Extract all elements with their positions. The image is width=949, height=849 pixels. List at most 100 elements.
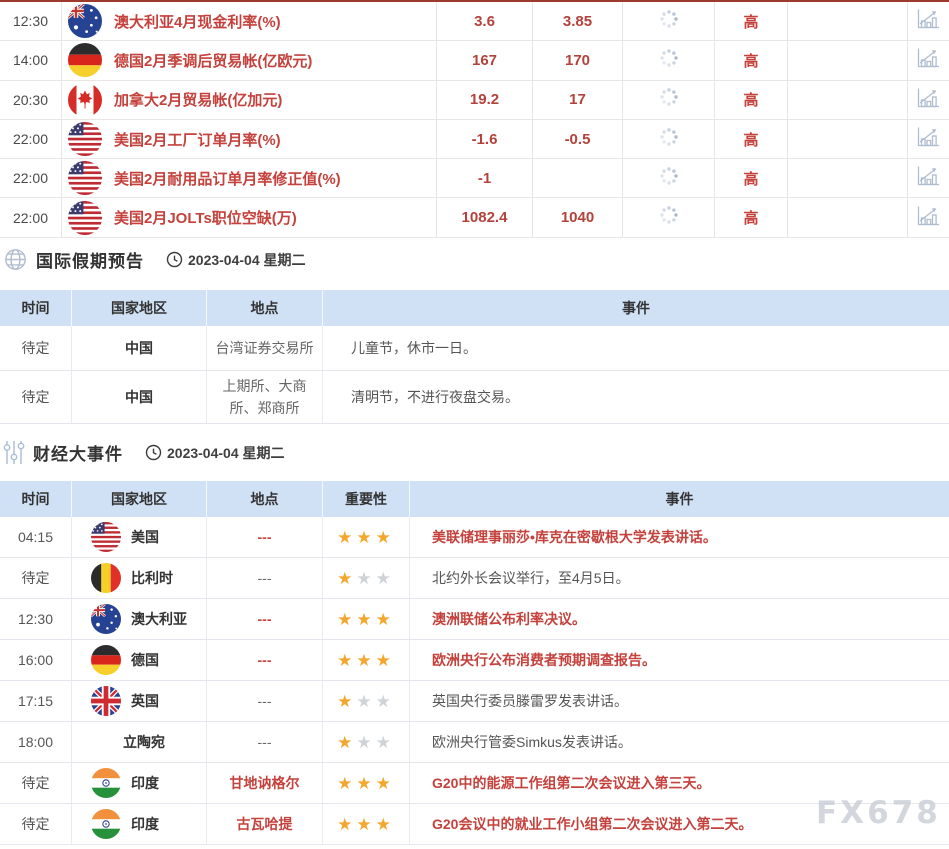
chart-button[interactable]: [908, 41, 948, 79]
globe-icon: [3, 247, 28, 272]
importance-label: 高: [715, 119, 788, 159]
event-title-link[interactable]: 德国2月季调后贸易帐(亿欧元): [114, 50, 312, 71]
chart-button[interactable]: [908, 198, 948, 236]
forecast-value: [533, 159, 623, 198]
effect-cell: [788, 80, 908, 119]
loading-spinner-icon: [659, 9, 679, 34]
event-title-link[interactable]: 美国2月JOLTs职位空缺(万): [114, 207, 297, 228]
importance-stars: ★ ★ ★: [323, 558, 410, 598]
col-header-country: 国家地区: [72, 290, 207, 326]
event-time: 14:00: [0, 41, 62, 80]
star-icon: ★: [356, 527, 376, 547]
flag-germany-icon: [91, 645, 121, 675]
event-country-label: 印度: [131, 816, 159, 832]
holiday-section-date: 2023-04-04 星期二: [188, 251, 306, 268]
event-time: 20:30: [0, 80, 62, 119]
col-header-location: 地点: [207, 481, 323, 517]
chart-button[interactable]: [908, 120, 948, 158]
event-time: 待定: [0, 558, 72, 598]
event-country-cell: 德国: [72, 640, 207, 680]
star-icon: ★: [356, 650, 376, 670]
event-row: 待定 印度 古瓦哈提 ★ ★ ★ G20会议中的就业工作小组第二次会议进入第二天。: [0, 804, 949, 845]
economic-data-row: 12:30 澳大利亚4月现金利率(%) 3.6 3.85 高: [0, 2, 949, 42]
event-country-cell: 印度: [72, 763, 207, 803]
col-header-importance: 重要性: [323, 481, 410, 517]
chart-button[interactable]: [908, 81, 948, 119]
star-icon: ★: [337, 609, 357, 629]
holiday-section-title: 国际假期预告: [36, 252, 144, 271]
previous-value: -1.6: [437, 119, 533, 159]
importance-stars: ★ ★ ★: [323, 804, 410, 844]
star-icon: ★: [337, 691, 357, 711]
event-country-label: 德国: [131, 652, 159, 668]
event-country-cell: 澳大利亚: [72, 599, 207, 639]
events-section-header: 财经大事件 2023-04-04 星期二: [3, 439, 285, 466]
event-time: 18:00: [0, 722, 72, 762]
chart-button[interactable]: [908, 2, 948, 40]
previous-value: 1082.4: [437, 198, 533, 237]
previous-value: 19.2: [437, 80, 533, 119]
star-icon: ★: [375, 732, 395, 752]
importance-label: 高: [715, 80, 788, 119]
events-section-date: 2023-04-04 星期二: [167, 444, 285, 461]
event-time: 12:30: [0, 2, 62, 41]
published-value-cell: [623, 198, 715, 237]
holiday-table: 时间 国家地区 地点 事件 待定 中国 台湾证券交易所 儿童节，休市一日。 待定…: [0, 290, 949, 424]
star-icon: ★: [337, 650, 357, 670]
star-icon: ★: [356, 732, 376, 752]
clock-icon: [166, 251, 183, 268]
star-icon: ★: [337, 527, 357, 547]
event-location: ---: [207, 599, 323, 639]
event-row: 16:00 德国 --- ★ ★ ★ 欧洲央行公布消费者预期调查报告。: [0, 640, 949, 681]
event-title-link[interactable]: 加拿大2月贸易帐(亿加元): [114, 89, 282, 110]
star-icon: ★: [356, 691, 376, 711]
col-header-event: 事件: [622, 300, 650, 316]
importance-label: 高: [715, 2, 788, 41]
event-time: 04:15: [0, 517, 72, 557]
event-row: 待定 比利时 --- ★ ★ ★ 北约外长会议举行，至4月5日。: [0, 558, 949, 599]
event-time: 16:00: [0, 640, 72, 680]
event-country-cell: 立陶宛: [72, 722, 207, 762]
forecast-value: 17: [533, 80, 623, 119]
importance-stars: ★ ★ ★: [323, 763, 410, 803]
effect-cell: [788, 41, 908, 80]
event-country-label: 立陶宛: [123, 734, 165, 750]
event-title-link[interactable]: 美国2月工厂订单月率(%): [114, 129, 281, 150]
clock-icon: [145, 444, 162, 461]
event-row: 待定 印度 甘地讷格尔 ★ ★ ★ G20中的能源工作组第二次会议进入第三天。: [0, 763, 949, 804]
star-icon: ★: [375, 650, 395, 670]
star-icon: ★: [337, 732, 357, 752]
event-description: 欧洲央行管委Simkus发表讲话。: [432, 734, 632, 750]
flag-australia-icon: [91, 604, 121, 634]
flag-us-icon: [68, 200, 102, 235]
event-description-link[interactable]: 欧洲央行公布消费者预期调查报告。: [410, 640, 949, 680]
event-location: ---: [207, 681, 323, 721]
watermark: FX678: [816, 795, 941, 831]
holiday-table-header: 时间 国家地区 地点 事件: [0, 290, 949, 326]
bar-chart-icon: [915, 204, 941, 232]
event-country-label: 比利时: [131, 570, 173, 586]
event-description-link[interactable]: 澳洲联储公布利率决议。: [410, 599, 949, 639]
event-title-link[interactable]: 澳大利亚4月现金利率(%): [114, 11, 281, 32]
event-name-cell: 澳大利亚4月现金利率(%): [62, 2, 437, 41]
holiday-section-header: 国际假期预告 2023-04-04 星期二: [3, 247, 306, 272]
star-icon: ★: [356, 814, 376, 834]
published-value-cell: [623, 80, 715, 119]
event-time: 22:00: [0, 198, 62, 237]
event-name-cell: 加拿大2月贸易帐(亿加元): [62, 80, 437, 119]
effect-cell: [788, 198, 908, 237]
flag-us-icon: [68, 122, 102, 157]
event-country-cell: 比利时: [72, 558, 207, 598]
event-title-link[interactable]: 美国2月耐用品订单月率修正值(%): [114, 168, 341, 189]
event-description-link[interactable]: 美联储理事丽莎•库克在密歇根大学发表讲话。: [410, 517, 949, 557]
importance-stars: ★ ★ ★: [323, 722, 410, 762]
event-name-cell: 美国2月JOLTs职位空缺(万): [62, 198, 437, 237]
event-description: 英国央行委员滕雷罗发表讲话。: [432, 693, 628, 709]
star-icon: ★: [375, 773, 395, 793]
events-table: 时间 国家地区 地点 重要性 事件 04:15 美国 --- ★ ★ ★ 美联储理事…: [0, 481, 949, 845]
economic-data-row: 22:00 美国2月工厂订单月率(%) -1.6 -0.5 高: [0, 119, 949, 160]
chart-button[interactable]: [908, 159, 948, 197]
event-location: 甘地讷格尔: [207, 763, 323, 803]
loading-spinner-icon: [659, 166, 679, 191]
star-icon: ★: [356, 773, 376, 793]
